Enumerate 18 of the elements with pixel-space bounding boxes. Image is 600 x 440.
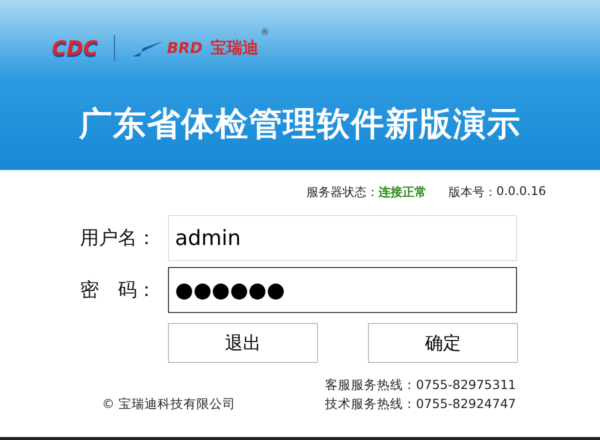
field-label: 密 码： (80, 278, 157, 303)
logo-text: BRD (166, 39, 202, 57)
hotline-text: 客服服务热线：0755-82975311 (325, 377, 516, 394)
version-label: 版本号： (448, 184, 496, 201)
input-field[interactable]: admin (168, 215, 517, 261)
version-number: 0.0.0.16 (496, 184, 546, 200)
field-label: 用户名： (80, 226, 157, 251)
hotline-text: 技术服务热线：0755-82924747 (325, 396, 516, 413)
copyright-text: © 宝瑞迪科技有限公司 (102, 396, 236, 413)
dialog-button[interactable]: 确定 (368, 323, 518, 363)
input-field[interactable]: ●●●●●● (168, 267, 517, 313)
dialog-button[interactable]: 退出 (168, 323, 318, 363)
status-value: 连接正常 (378, 184, 426, 201)
status-label: 服务器状态： (306, 184, 378, 201)
registered-mark: ® (260, 28, 270, 38)
app-title: 广东省体检管理软件新版演示 (78, 103, 522, 145)
logo-text: CDC (52, 36, 98, 60)
brand-name: 宝瑞迪 (210, 38, 258, 58)
